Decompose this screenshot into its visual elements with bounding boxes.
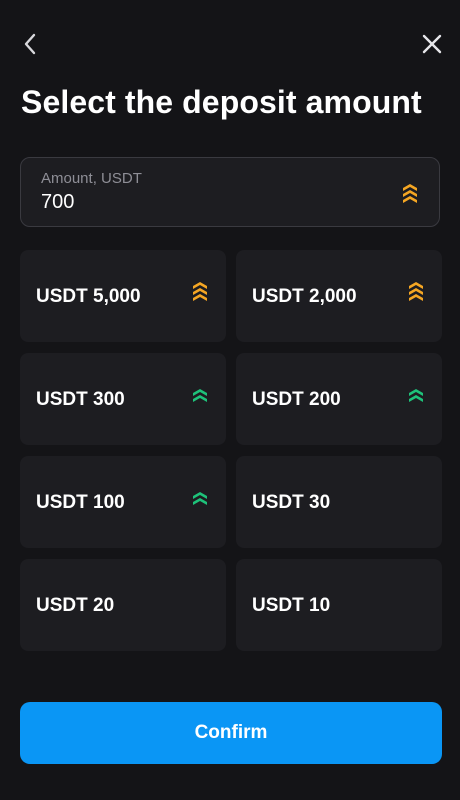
triple-chevron-up-icon xyxy=(403,184,417,203)
close-icon xyxy=(422,34,442,54)
chevron-left-icon xyxy=(24,33,36,55)
amount-field-value[interactable]: 700 xyxy=(41,191,74,214)
amount-option-200[interactable]: USDT 200 xyxy=(236,353,442,445)
top-bar xyxy=(0,0,460,88)
amount-option-100[interactable]: USDT 100 xyxy=(20,456,226,548)
amount-option-label: USDT 300 xyxy=(36,389,125,410)
amount-option-label: USDT 2,000 xyxy=(252,286,357,307)
amount-field-label: Amount, USDT xyxy=(41,170,142,187)
amount-input-field[interactable]: Amount, USDT 700 xyxy=(20,157,440,227)
amount-option-2000[interactable]: USDT 2,000 xyxy=(236,250,442,342)
amount-option-label: USDT 5,000 xyxy=(36,286,141,307)
back-button[interactable] xyxy=(15,28,47,60)
amount-option-30[interactable]: USDT 30 xyxy=(236,456,442,548)
double-chevron-up-icon xyxy=(193,389,207,402)
double-chevron-up-icon xyxy=(409,389,423,402)
amount-option-label: USDT 20 xyxy=(36,595,115,616)
amount-option-label: USDT 30 xyxy=(252,492,331,513)
amount-option-label: USDT 200 xyxy=(252,389,341,410)
confirm-button[interactable]: Confirm xyxy=(20,702,442,764)
amount-option-label: USDT 10 xyxy=(252,595,331,616)
page-title: Select the deposit amount xyxy=(21,84,422,120)
double-chevron-up-icon xyxy=(193,492,207,505)
amount-option-300[interactable]: USDT 300 xyxy=(20,353,226,445)
amount-option-5000[interactable]: USDT 5,000 xyxy=(20,250,226,342)
deposit-amount-screen: Select the deposit amount Amount, USDT 7… xyxy=(0,0,460,800)
amount-option-10[interactable]: USDT 10 xyxy=(236,559,442,651)
amount-option-20[interactable]: USDT 20 xyxy=(20,559,226,651)
triple-chevron-up-icon xyxy=(193,282,207,301)
amount-option-label: USDT 100 xyxy=(36,492,125,513)
triple-chevron-up-icon xyxy=(409,282,423,301)
close-button[interactable] xyxy=(416,28,448,60)
